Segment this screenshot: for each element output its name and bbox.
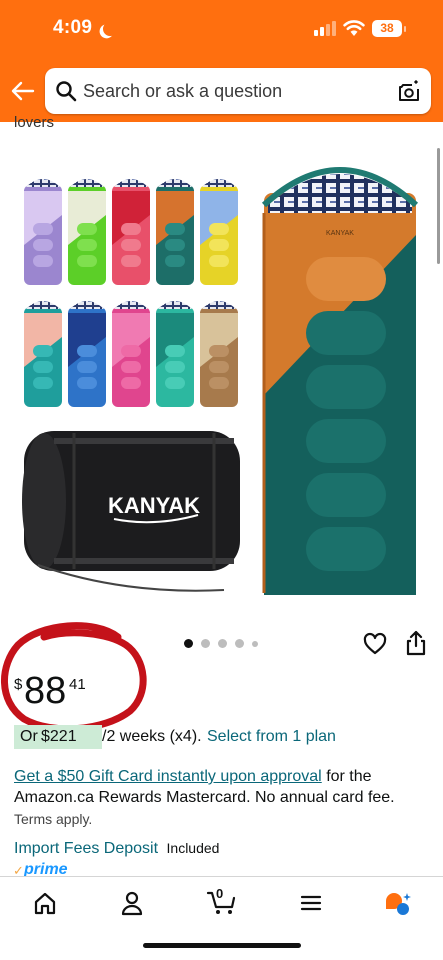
- cart-count: 0: [216, 886, 224, 901]
- search-bar[interactable]: [45, 68, 431, 114]
- price-whole: 88: [24, 670, 67, 712]
- installment-amount: $221: [41, 728, 77, 745]
- carousel-dot-1[interactable]: [184, 639, 193, 648]
- compression-sack: KANYAK: [22, 431, 240, 592]
- product-title-text: lovers: [14, 114, 55, 131]
- import-fees-link[interactable]: Import Fees Deposit: [14, 840, 158, 857]
- carousel-dot-4[interactable]: [235, 639, 244, 648]
- wifi-icon: [343, 20, 365, 36]
- sack-brand-logo: KANYAK: [108, 493, 200, 518]
- app-header: 4:09 38: [0, 0, 443, 122]
- heart-icon[interactable]: [363, 632, 387, 656]
- cart-button[interactable]: 0: [206, 886, 238, 917]
- home-icon[interactable]: [30, 889, 60, 917]
- status-time: 4:09: [53, 17, 93, 38]
- assistant-icon[interactable]: [382, 889, 412, 917]
- home-indicator[interactable]: [143, 943, 301, 948]
- price-fraction: 41: [69, 676, 86, 693]
- select-plan-link[interactable]: Select from 1 plan: [207, 723, 336, 751]
- gift-card-offer: Get a $50 Gift Card instantly upon appro…: [14, 766, 429, 808]
- camera-lens-icon[interactable]: [397, 79, 421, 103]
- carousel-dot-5[interactable]: [252, 641, 258, 647]
- color-variant-row-2: [24, 301, 238, 407]
- gift-card-offer-link[interactable]: Get a $50 Gift Card instantly upon appro…: [14, 768, 322, 785]
- large-sleeping-bag: KANYAK: [261, 167, 419, 595]
- installment-or: Or: [20, 728, 38, 745]
- cellular-signal-icon: [314, 21, 336, 36]
- red-annotation-circle: [1, 622, 147, 733]
- focus-moon-icon: [101, 20, 119, 38]
- import-fees: Import Fees Deposit Included: [14, 840, 219, 862]
- installment-terms: /2 weeks (x4).: [102, 728, 202, 745]
- product-title: lovers: [14, 113, 434, 133]
- search-input[interactable]: [83, 68, 383, 114]
- price-currency: $: [14, 676, 23, 693]
- carousel-dot-3[interactable]: [218, 639, 227, 648]
- share-icon[interactable]: [405, 630, 427, 656]
- carousel-dot-2[interactable]: [201, 639, 210, 648]
- terms-apply: Terms apply.: [14, 811, 93, 827]
- account-icon[interactable]: [117, 889, 147, 917]
- import-fees-included: Included: [166, 840, 220, 856]
- bag-brand-label: KANYAK: [326, 230, 354, 237]
- product-image[interactable]: KANYAK KANYAK: [14, 165, 432, 605]
- battery-icon: 38: [372, 20, 406, 37]
- scrollbar[interactable]: [437, 148, 440, 264]
- back-arrow-icon[interactable]: [10, 78, 36, 104]
- installment-plan: Or $221 /2 weeks (x4). Select from 1 pla…: [14, 723, 434, 751]
- color-variant-row-1: [24, 179, 238, 285]
- image-carousel-dots[interactable]: [184, 639, 264, 649]
- search-icon: [56, 81, 77, 102]
- menu-icon[interactable]: [296, 889, 326, 917]
